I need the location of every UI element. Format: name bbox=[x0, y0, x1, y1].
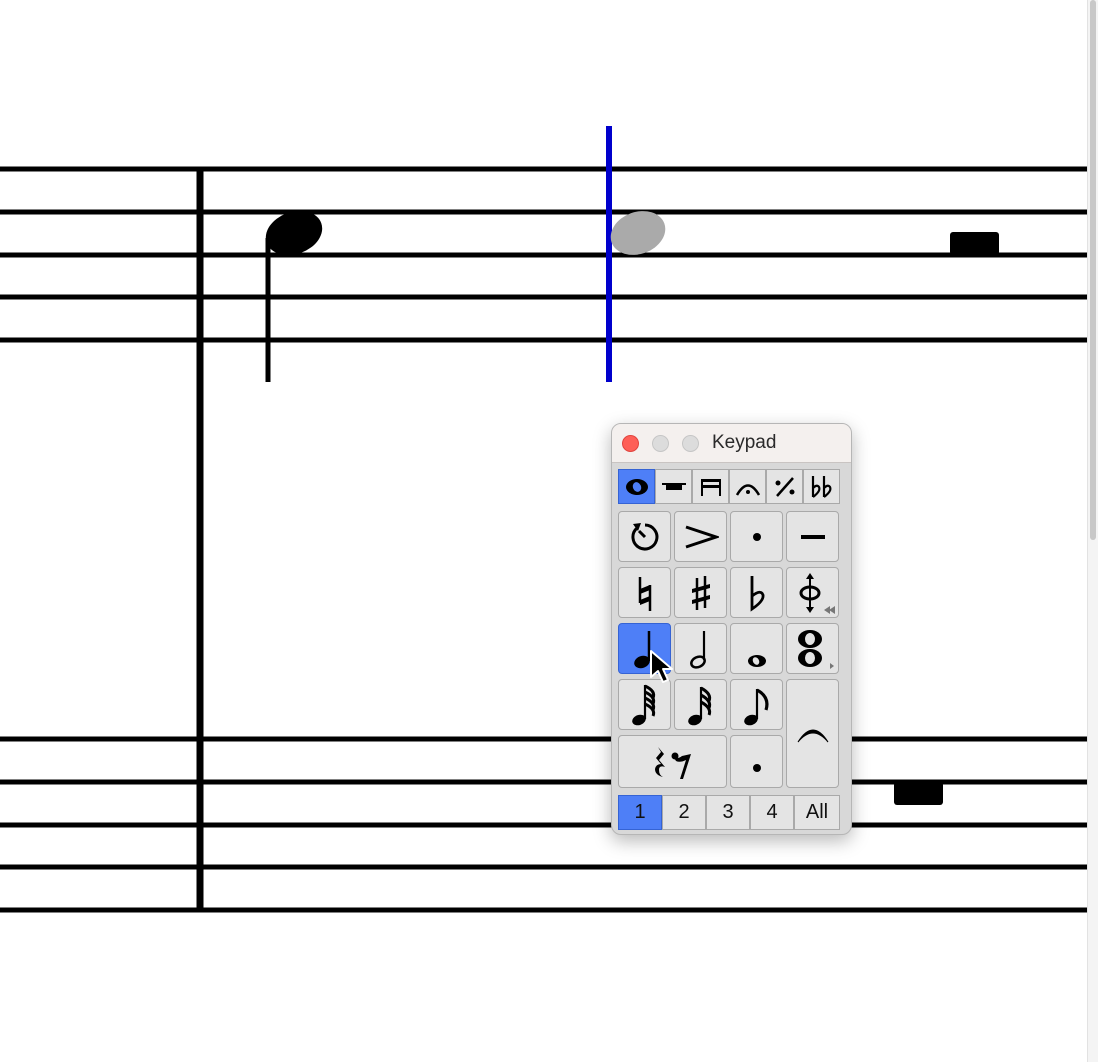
whole-note-button[interactable] bbox=[730, 623, 783, 674]
flat-button[interactable] bbox=[730, 567, 783, 618]
natural-icon bbox=[638, 576, 651, 611]
common-notes-layout-icon bbox=[625, 478, 648, 495]
double-whole-note-button[interactable] bbox=[786, 623, 839, 674]
accent-button[interactable] bbox=[674, 511, 727, 562]
flip-icon bbox=[799, 572, 835, 614]
dot-icon bbox=[752, 763, 761, 772]
tab-jazz-articulations[interactable] bbox=[766, 469, 803, 504]
tab-common-notes[interactable] bbox=[618, 469, 655, 504]
voice-2-button[interactable]: 2 bbox=[662, 795, 706, 830]
voice-1-button[interactable]: 1 bbox=[618, 795, 662, 830]
rest-icon bbox=[654, 746, 691, 779]
score-canvas[interactable] bbox=[0, 0, 1087, 1062]
quarter-note[interactable] bbox=[260, 203, 329, 382]
tab-accidentals[interactable] bbox=[803, 469, 840, 504]
re-input-pitch-icon bbox=[630, 522, 658, 550]
eighth-note-icon bbox=[743, 688, 769, 725]
accent-icon bbox=[685, 525, 719, 548]
sixty-fourth-note-icon bbox=[631, 684, 655, 725]
rest-button[interactable] bbox=[618, 735, 727, 788]
minimize-button[interactable] bbox=[652, 435, 669, 452]
voice-label: 3 bbox=[722, 801, 734, 823]
voice-label: 4 bbox=[766, 801, 778, 823]
vertical-scrollbar[interactable] bbox=[1087, 0, 1098, 1062]
thirty-second-note-icon bbox=[687, 686, 711, 725]
tab-beams-tremolos[interactable] bbox=[692, 469, 729, 504]
tie-icon bbox=[797, 729, 828, 742]
thirty-second-note-button[interactable] bbox=[674, 679, 727, 730]
half-note-icon bbox=[689, 630, 706, 669]
zoom-button[interactable] bbox=[682, 435, 699, 452]
whole-rest-upper[interactable] bbox=[950, 232, 999, 255]
articulations-layout-icon bbox=[735, 483, 760, 496]
natural-button[interactable] bbox=[618, 567, 671, 618]
tie-button[interactable] bbox=[786, 679, 839, 788]
scrollbar-thumb[interactable] bbox=[1090, 0, 1096, 540]
upper-staff bbox=[0, 166, 1087, 343]
voice-label: All bbox=[805, 801, 829, 823]
close-button[interactable] bbox=[622, 435, 639, 452]
keypad-layout-tabs bbox=[618, 469, 840, 504]
sharp-icon bbox=[691, 575, 710, 610]
staccato-icon bbox=[752, 532, 761, 541]
flat-icon bbox=[750, 575, 764, 612]
keypad-titlebar[interactable]: Keypad bbox=[612, 424, 851, 463]
double-whole-note-icon bbox=[797, 629, 834, 669]
staccato-button[interactable] bbox=[730, 511, 783, 562]
voice-3-button[interactable]: 3 bbox=[706, 795, 750, 830]
eighth-note-button[interactable] bbox=[730, 679, 783, 730]
tenuto-icon bbox=[800, 534, 825, 539]
dot-button[interactable] bbox=[730, 735, 783, 788]
keypad-palette: Keypad 1 2 3 4 All bbox=[611, 423, 852, 835]
beams-tremolos-layout-icon bbox=[700, 478, 721, 496]
sharp-button[interactable] bbox=[674, 567, 727, 618]
voice-label: 2 bbox=[678, 801, 690, 823]
re-input-pitch-button[interactable] bbox=[618, 511, 671, 562]
accidentals-layout-icon bbox=[811, 475, 831, 498]
sixty-fourth-note-button[interactable] bbox=[618, 679, 671, 730]
mouse-cursor bbox=[650, 650, 673, 683]
flip-button[interactable] bbox=[786, 567, 839, 618]
tab-more-notes[interactable] bbox=[655, 469, 692, 504]
voice-label: 1 bbox=[634, 801, 646, 823]
whole-note-icon bbox=[747, 654, 766, 667]
voice-all-button[interactable]: All bbox=[794, 795, 840, 830]
jazz-articulations-layout-icon bbox=[775, 476, 794, 497]
lower-staff bbox=[0, 736, 1087, 913]
tenuto-button[interactable] bbox=[786, 511, 839, 562]
voice-selector: 1 2 3 4 All bbox=[618, 795, 840, 830]
half-note-button[interactable] bbox=[674, 623, 727, 674]
voice-4-button[interactable]: 4 bbox=[750, 795, 794, 830]
more-notes-layout-icon bbox=[661, 482, 686, 490]
score-window: Keypad 1 2 3 4 All bbox=[0, 0, 1098, 1062]
keypad-title: Keypad bbox=[712, 432, 777, 453]
tab-articulations[interactable] bbox=[729, 469, 766, 504]
whole-rest-lower[interactable] bbox=[894, 782, 943, 805]
